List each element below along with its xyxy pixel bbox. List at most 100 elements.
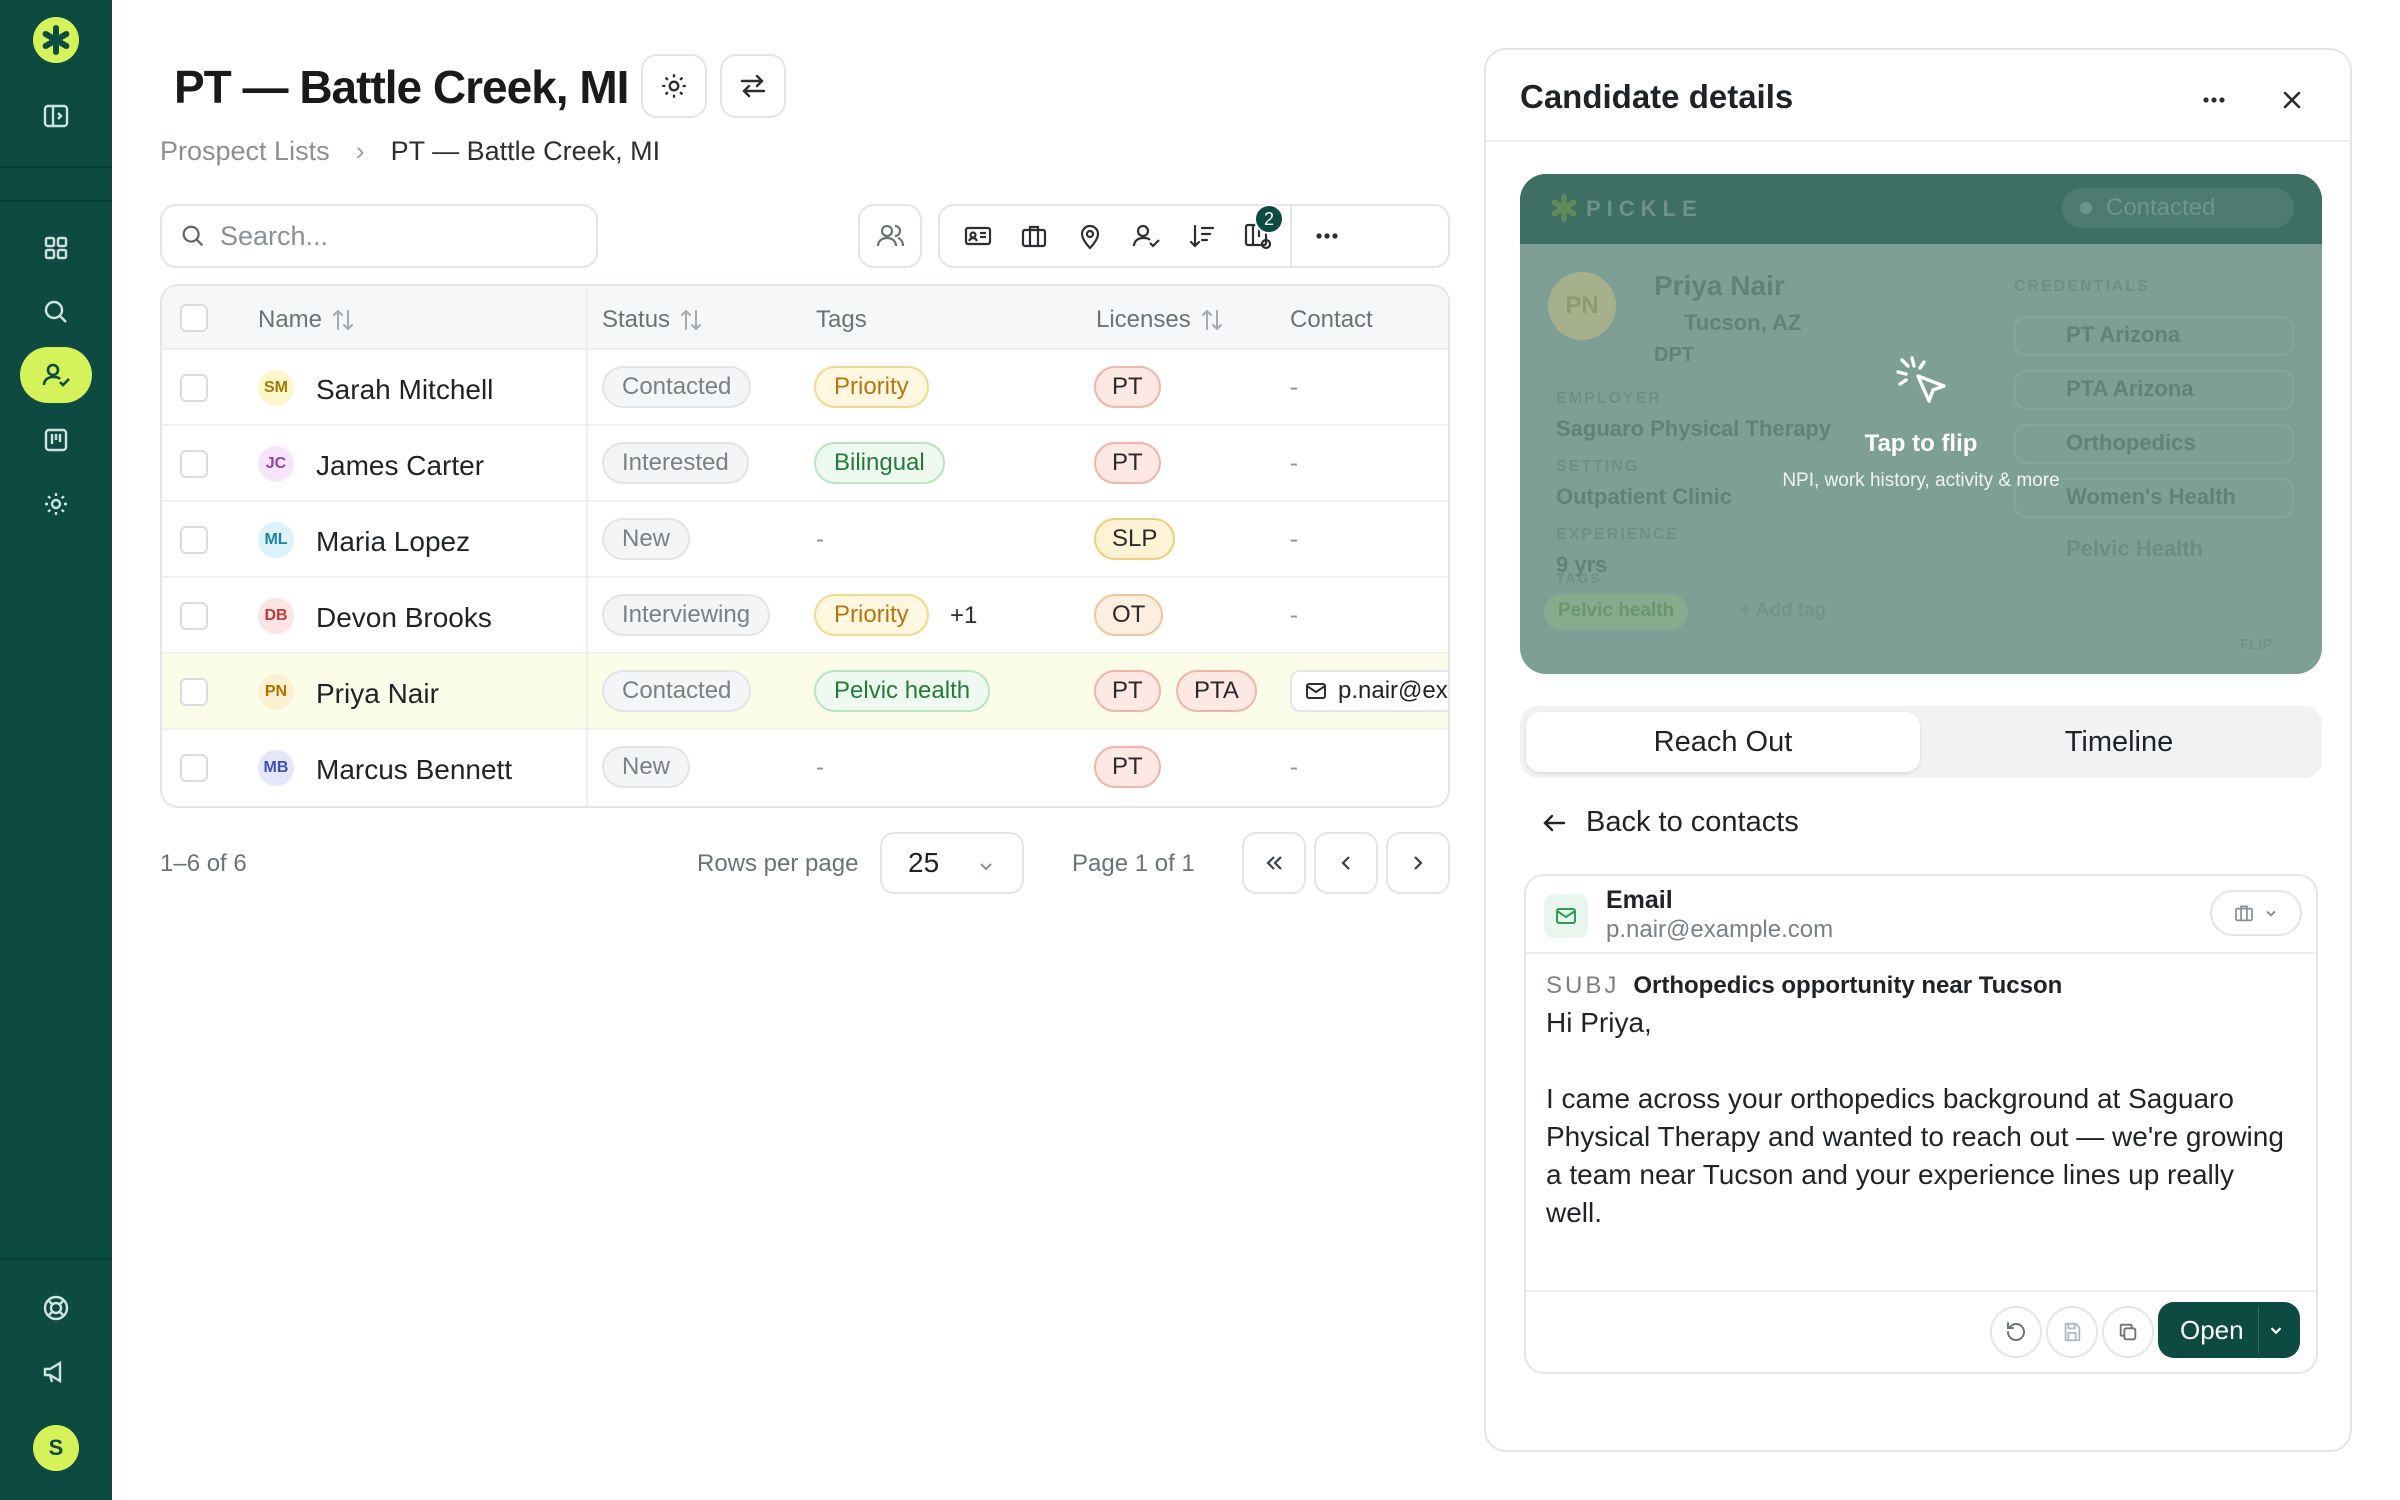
search-icon <box>44 300 67 323</box>
license-badge: PT <box>1094 746 1161 788</box>
first-page-button[interactable] <box>1242 832 1306 894</box>
subject-key: SUBJ <box>1546 972 1620 999</box>
rows-per-page-select[interactable]: 25 <box>880 832 1024 894</box>
nav-board[interactable] <box>20 412 92 468</box>
filter-status-button[interactable] <box>1118 206 1174 266</box>
nav-prospects[interactable] <box>20 347 92 403</box>
candidate-name[interactable]: Maria Lopez <box>316 526 470 558</box>
briefcase-icon <box>1021 225 1047 248</box>
email-body[interactable]: Hi Priya, I came across your orthopedics… <box>1546 1004 2306 1230</box>
nav-announcements[interactable] <box>20 1344 92 1400</box>
contact-value: - <box>1290 450 1298 477</box>
table-row[interactable]: SM Sarah Mitchell Contacted Priority PT … <box>162 350 1448 426</box>
row-checkbox[interactable] <box>180 602 208 630</box>
filter-location-button[interactable] <box>1062 206 1118 266</box>
search-box[interactable] <box>160 204 598 268</box>
assign-users-button[interactable] <box>858 204 922 268</box>
reset-draft-button[interactable] <box>1990 1306 2042 1358</box>
column-header-name[interactable]: Name <box>258 306 356 334</box>
tag-empty: - <box>816 526 824 553</box>
columns-button[interactable]: 2 <box>1230 204 1286 266</box>
breadcrumb-prospect-lists[interactable]: Prospect Lists <box>160 136 330 167</box>
status-badge[interactable]: Contacted <box>602 670 752 712</box>
table-row[interactable]: ML Maria Lopez New - SLP - <box>162 502 1448 578</box>
row-checkbox[interactable] <box>180 754 208 782</box>
nav-help[interactable] <box>20 1280 92 1336</box>
candidate-name[interactable]: Devon Brooks <box>316 602 492 634</box>
column-header-licenses[interactable]: Licenses <box>1096 306 1225 334</box>
table-row[interactable]: JC James Carter Interested Bilingual PT … <box>162 426 1448 502</box>
asterisk-logo-icon <box>1551 194 1577 222</box>
back-to-contacts-link[interactable]: Back to contacts <box>1540 806 1799 839</box>
list-settings-button[interactable] <box>641 54 707 118</box>
search-input[interactable] <box>220 220 580 252</box>
avatar: DB <box>258 598 294 634</box>
candidate-name[interactable]: Priya Nair <box>316 678 439 710</box>
switch-list-button[interactable] <box>720 54 786 118</box>
mail-icon-badge <box>1544 894 1588 938</box>
nav-settings[interactable] <box>20 476 92 532</box>
user-check-icon <box>1132 224 1160 248</box>
tag-empty: - <box>816 754 824 781</box>
column-header-licenses-label: Licenses <box>1096 306 1191 333</box>
mail-icon <box>1306 683 1326 699</box>
panel-more-button[interactable] <box>2190 76 2238 124</box>
results-count: 1–6 of 6 <box>160 850 247 877</box>
more-options-button[interactable] <box>1290 206 1362 266</box>
status-badge[interactable]: New <box>602 746 691 788</box>
page-indicator: Page 1 of 1 <box>1072 850 1195 877</box>
status-badge[interactable]: Interviewing <box>602 594 771 636</box>
license-badge: PT <box>1094 442 1161 484</box>
column-header-status[interactable]: Status <box>602 306 704 334</box>
card-status-select[interactable]: Contacted <box>2062 188 2294 228</box>
row-checkbox[interactable] <box>180 526 208 554</box>
table-row[interactable]: DB Devon Brooks Interviewing Priority +1… <box>162 578 1448 654</box>
status-badge[interactable]: Contacted <box>602 366 752 408</box>
sort-button[interactable] <box>1174 206 1230 266</box>
nav-dashboard[interactable] <box>20 220 92 276</box>
select-all-checkbox[interactable] <box>180 304 208 332</box>
more-tags-count[interactable]: +1 <box>950 602 977 630</box>
copy-button[interactable] <box>2102 1306 2154 1358</box>
open-email-button[interactable]: Open <box>2158 1302 2300 1358</box>
row-checkbox[interactable] <box>180 678 208 706</box>
status-badge[interactable]: Interested <box>602 442 749 484</box>
candidate-card[interactable]: PICKLE Contacted PN Priya Nair Tucson, A… <box>1520 174 2322 674</box>
table-row-selected[interactable]: PN Priya Nair Contacted Pelvic health PT… <box>162 654 1448 730</box>
avatar: MB <box>258 750 294 786</box>
candidate-name[interactable]: Sarah Mitchell <box>316 374 493 406</box>
row-checkbox[interactable] <box>180 374 208 402</box>
previous-page-button[interactable] <box>1314 832 1378 894</box>
card-name: Priya Nair <box>1654 270 1785 301</box>
contact-email-chip[interactable]: p.nair@ex <box>1290 670 1448 712</box>
save-draft-button[interactable] <box>2046 1306 2098 1358</box>
tab-reach-out[interactable]: Reach Out <box>1526 712 1920 772</box>
columns-count-badge: 2 <box>1254 204 1284 234</box>
app-logo[interactable] <box>33 17 79 63</box>
filter-employer-button[interactable] <box>1006 206 1062 266</box>
tap-cursor-icon <box>1896 356 1946 403</box>
candidate-name[interactable]: James Carter <box>316 450 484 482</box>
panel-title: Candidate details <box>1520 78 1794 115</box>
user-avatar[interactable]: S <box>33 1425 79 1471</box>
row-checkbox[interactable] <box>180 450 208 478</box>
status-badge[interactable]: New <box>602 518 691 560</box>
card-experience-label: EXPERIENCE <box>1556 526 1680 543</box>
nav-search[interactable] <box>20 284 92 340</box>
panel-close-button[interactable] <box>2268 76 2316 124</box>
card-location: Tucson, AZ <box>1684 310 1802 335</box>
email-subject-row[interactable]: SUBJ Orthopedics opportunity near Tucson <box>1546 972 2062 1000</box>
toggle-sidebar-button[interactable] <box>20 88 92 144</box>
email-template-select[interactable] <box>2210 890 2302 936</box>
email-composer: Email p.nair@example.com SUBJ Orthopedic… <box>1524 874 2318 1374</box>
chevron-down-icon <box>2270 1327 2281 1335</box>
open-options-dropdown[interactable] <box>2258 1306 2292 1354</box>
next-page-button[interactable] <box>1386 832 1450 894</box>
card-add-tag[interactable]: + Add tag <box>1740 600 1826 622</box>
candidate-name[interactable]: Marcus Bennett <box>316 754 512 786</box>
kanban-icon <box>44 428 68 452</box>
table-row[interactable]: MB Marcus Bennett New - PT - <box>162 730 1448 806</box>
tab-timeline[interactable]: Timeline <box>1922 712 2316 772</box>
avatar: JC <box>258 446 294 482</box>
filter-id-button[interactable] <box>950 206 1006 266</box>
